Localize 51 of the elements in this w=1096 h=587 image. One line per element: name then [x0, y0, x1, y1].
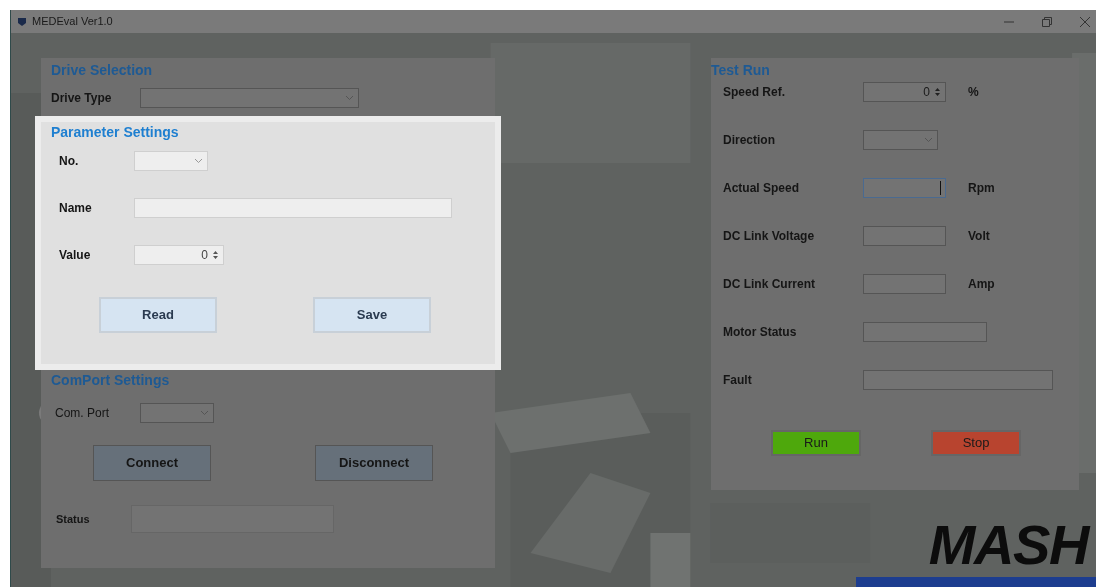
unit-label: %: [968, 84, 979, 101]
field-label: Drive Type: [51, 90, 113, 107]
field-label: Fault: [722, 372, 753, 389]
field-label: Direction: [722, 132, 776, 149]
field-label: Value: [58, 247, 92, 264]
chevron-down-icon: [345, 95, 354, 101]
chevron-down-icon: [194, 158, 203, 164]
number-spinner[interactable]: 0: [134, 245, 224, 265]
action-button[interactable]: Stop: [931, 430, 1021, 456]
text-field[interactable]: [863, 178, 946, 198]
spinner-value: 0: [201, 247, 208, 264]
text-field[interactable]: [863, 370, 1053, 390]
field-label: Com. Port: [55, 405, 110, 422]
dropdown[interactable]: [140, 403, 214, 423]
action-button[interactable]: Connect: [93, 445, 211, 481]
spinner-arrows-icon[interactable]: [934, 86, 941, 98]
action-button[interactable]: Disconnect: [315, 445, 433, 481]
spinner-value: 0: [923, 84, 930, 101]
group-title: Test Run: [711, 61, 771, 80]
field-label: Name: [58, 200, 93, 217]
app-icon: [17, 16, 27, 27]
text-field[interactable]: [863, 322, 987, 342]
group-title: Drive Selection: [51, 61, 154, 80]
action-button[interactable]: Read: [99, 297, 217, 333]
spinner-arrows-icon[interactable]: [212, 249, 219, 261]
action-button[interactable]: Save: [313, 297, 431, 333]
chevron-down-icon: [200, 410, 209, 416]
text-field[interactable]: [863, 274, 946, 294]
restore-icon[interactable]: [1042, 16, 1052, 27]
group-title: ComPort Settings: [51, 371, 171, 390]
unit-label: Rpm: [968, 180, 995, 197]
logo: MASH: [928, 513, 1096, 577]
field-label: Speed Ref.: [722, 84, 786, 101]
dropdown[interactable]: [863, 130, 938, 150]
text-field[interactable]: [863, 226, 946, 246]
close-icon[interactable]: [1080, 16, 1090, 27]
chevron-down-icon: [924, 137, 933, 143]
field-label: Actual Speed: [722, 180, 801, 197]
text-cursor: [940, 181, 941, 195]
field-label: DC Link Current: [722, 276, 816, 293]
window-title: MEDEval Ver1.0: [32, 14, 113, 30]
field-label: Status: [56, 511, 91, 527]
unit-label: Volt: [968, 228, 990, 245]
field-label: No.: [58, 153, 80, 170]
action-button[interactable]: Run: [771, 430, 861, 456]
field-label: Motor Status: [722, 324, 798, 341]
dropdown[interactable]: [140, 88, 359, 108]
unit-label: Amp: [968, 276, 995, 293]
number-spinner[interactable]: 0: [863, 82, 946, 102]
field-label: DC Link Voltage: [722, 228, 816, 245]
group-title: Parameter Settings: [51, 123, 180, 142]
